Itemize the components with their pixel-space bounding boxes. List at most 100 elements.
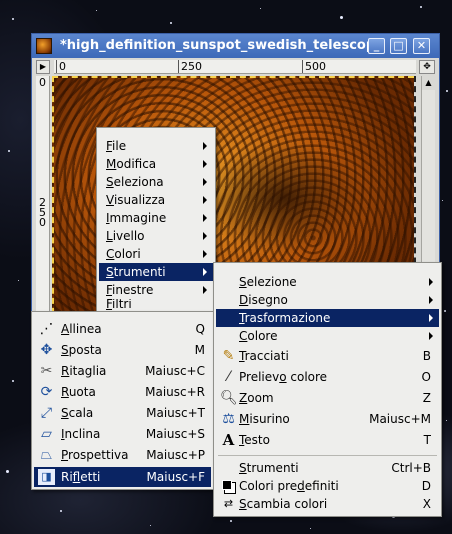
- horizontal-ruler[interactable]: 0 250 500: [54, 60, 416, 74]
- paths-icon: ✎: [222, 348, 235, 364]
- ruler-label-250: 250: [181, 60, 202, 73]
- window-titlebar[interactable]: *high_definition_sunspot_swedish_telesco…: [32, 34, 439, 58]
- menu-item-label: Prelievo colore: [239, 370, 328, 384]
- menu-item-colore[interactable]: Colore: [216, 327, 439, 345]
- shortcut-label: B: [422, 349, 431, 363]
- menu-item-seleziona[interactable]: Seleziona: [99, 173, 213, 191]
- menu-item-ritaglia[interactable]: ✂ Ritaglia Maiusc+C: [34, 362, 211, 380]
- menu-item-selezione[interactable]: Selezione: [216, 273, 439, 291]
- scroll-up-icon[interactable]: ▲: [422, 76, 435, 90]
- transform-submenu: ⋰ Allinea Q ✥ Sposta M ✂ Ritaglia Maiusc…: [31, 311, 214, 490]
- menu-item-label: Prospettiva: [61, 448, 129, 462]
- menu-item-label: Seleziona: [106, 175, 164, 189]
- shortcut-label: D: [421, 479, 431, 493]
- ruler-label-500: 500: [305, 60, 326, 73]
- menu-item-label: Livello: [106, 229, 145, 243]
- menu-item-label: File: [106, 139, 127, 153]
- menu-item-label: Scala: [61, 406, 94, 420]
- menu-item-label: Strumenti: [239, 461, 299, 475]
- menu-item-strumenti[interactable]: Strumenti: [99, 263, 213, 281]
- menu-item-label: Finestre: [106, 283, 154, 297]
- shortcut-label: Maiusc+F: [146, 470, 205, 484]
- menu-item-label: Colori: [106, 247, 141, 261]
- menu-item-prospettiva[interactable]: ⏢ Prospettiva Maiusc+P: [34, 446, 211, 464]
- menu-item-trasformazione[interactable]: Trasformazione: [216, 309, 439, 327]
- menu-item-scala[interactable]: ⤢ Scala Maiusc+T: [34, 404, 211, 422]
- menu-item-label: Misurino: [239, 412, 290, 426]
- menu-item-rifletti[interactable]: ◨ Rifletti Maiusc+F: [34, 467, 211, 487]
- menu-item-colori-predefiniti[interactable]: Colori predefiniti D: [216, 477, 439, 495]
- menu-item-visualizza[interactable]: Visualizza: [99, 191, 213, 209]
- submenu-arrow-icon: [429, 296, 433, 304]
- menu-item-modifica[interactable]: Modifica: [99, 155, 213, 173]
- menu-item-label: Allinea: [61, 322, 102, 336]
- image-thumbnail-icon[interactable]: [36, 38, 52, 54]
- vertical-ruler[interactable]: 0 2 5 0: [36, 76, 50, 324]
- shortcut-label: O: [421, 370, 431, 384]
- menu-item-scambia-colori[interactable]: ⇄ Scambia colori X: [216, 495, 439, 513]
- menu-item-inclina[interactable]: ▱ Inclina Maiusc+S: [34, 425, 211, 443]
- shortcut-label: Maiusc+C: [145, 364, 205, 378]
- shortcut-label: M: [194, 343, 205, 357]
- menu-item-finestre[interactable]: Finestre: [99, 281, 213, 299]
- submenu-arrow-icon: [203, 268, 207, 276]
- menu-item-label: Disegno: [239, 293, 288, 307]
- menu-item-immagine[interactable]: Immagine: [99, 209, 213, 227]
- submenu-arrow-icon: [203, 142, 207, 150]
- minimize-button[interactable]: _: [368, 38, 385, 54]
- menu-item-disegno[interactable]: Disegno: [216, 291, 439, 309]
- menu-item-allinea[interactable]: ⋰ Allinea Q: [34, 320, 211, 338]
- submenu-arrow-icon: [429, 332, 433, 340]
- menu-item-label: Rifletti: [61, 470, 101, 484]
- menu-item-label: Selezione: [239, 275, 297, 289]
- menu-item-prelievo-colore[interactable]: ⁄ Prelievo colore O: [216, 368, 439, 386]
- menu-item-label: Sposta: [61, 343, 102, 357]
- submenu-arrow-icon: [203, 160, 207, 168]
- menu-item-file[interactable]: File: [99, 137, 213, 155]
- submenu-arrow-icon: [203, 178, 207, 186]
- move-icon: ✥: [40, 342, 53, 358]
- image-context-menu: File Modifica Seleziona Visualizza Immag…: [96, 127, 216, 315]
- submenu-arrow-icon: [203, 232, 207, 240]
- menu-item-sposta[interactable]: ✥ Sposta M: [34, 341, 211, 359]
- menu-item-label: Ritaglia: [61, 364, 107, 378]
- menu-item-label: Visualizza: [106, 193, 166, 207]
- crop-icon: ✂: [40, 363, 53, 379]
- menu-item-misurino[interactable]: ⚖ Misurino Maiusc+M: [216, 410, 439, 428]
- submenu-arrow-icon: [203, 286, 207, 294]
- maximize-button[interactable]: □: [390, 38, 407, 54]
- menu-item-label: Scambia colori: [239, 497, 328, 511]
- menu-item-livello[interactable]: Livello: [99, 227, 213, 245]
- zoom-icon: 🔍︎: [220, 390, 238, 406]
- window-title: *high_definition_sunspot_swedish_telesco…: [60, 38, 370, 53]
- menu-item-label: Inclina: [61, 427, 101, 441]
- menu-item-label: Colori predefiniti: [239, 479, 339, 493]
- menu-item-ruota[interactable]: ⟳ Ruota Maiusc+R: [34, 383, 211, 401]
- measure-icon: ⚖: [222, 411, 235, 427]
- perspective-icon: ⏢: [40, 447, 53, 463]
- tools-submenu: Selezione Disegno Trasformazione Colore …: [213, 262, 442, 517]
- shortcut-label: Ctrl+B: [391, 461, 431, 475]
- color-picker-icon: ⁄: [227, 369, 230, 385]
- menu-item-tracciati[interactable]: ✎ Tracciati B: [216, 347, 439, 365]
- align-icon: ⋰: [39, 321, 54, 337]
- menu-item-colori[interactable]: Colori: [99, 245, 213, 263]
- shortcut-label: Maiusc+R: [145, 385, 205, 399]
- shortcut-label: T: [423, 433, 431, 447]
- shear-icon: ▱: [41, 426, 52, 442]
- menu-item-label: Ruota: [61, 385, 96, 399]
- menu-item-label: Trasformazione: [239, 311, 331, 325]
- close-button[interactable]: ✕: [413, 38, 430, 54]
- flip-icon: ◨: [38, 469, 55, 485]
- quick-mask-menu-icon[interactable]: ▶: [36, 60, 50, 74]
- text-icon: A: [222, 431, 235, 449]
- shortcut-label: Maiusc+P: [146, 448, 205, 462]
- shortcut-label: Z: [422, 391, 431, 405]
- navigate-icon[interactable]: ✥: [419, 60, 435, 74]
- menu-item-label: Testo: [239, 433, 270, 447]
- menu-item-strumenti-dialog[interactable]: Strumenti Ctrl+B: [216, 459, 439, 477]
- submenu-arrow-icon: [203, 214, 207, 222]
- menu-item-testo[interactable]: A Testo T: [216, 431, 439, 449]
- menu-item-zoom[interactable]: 🔍︎ Zoom Z: [216, 389, 439, 407]
- shortcut-label: X: [422, 497, 431, 511]
